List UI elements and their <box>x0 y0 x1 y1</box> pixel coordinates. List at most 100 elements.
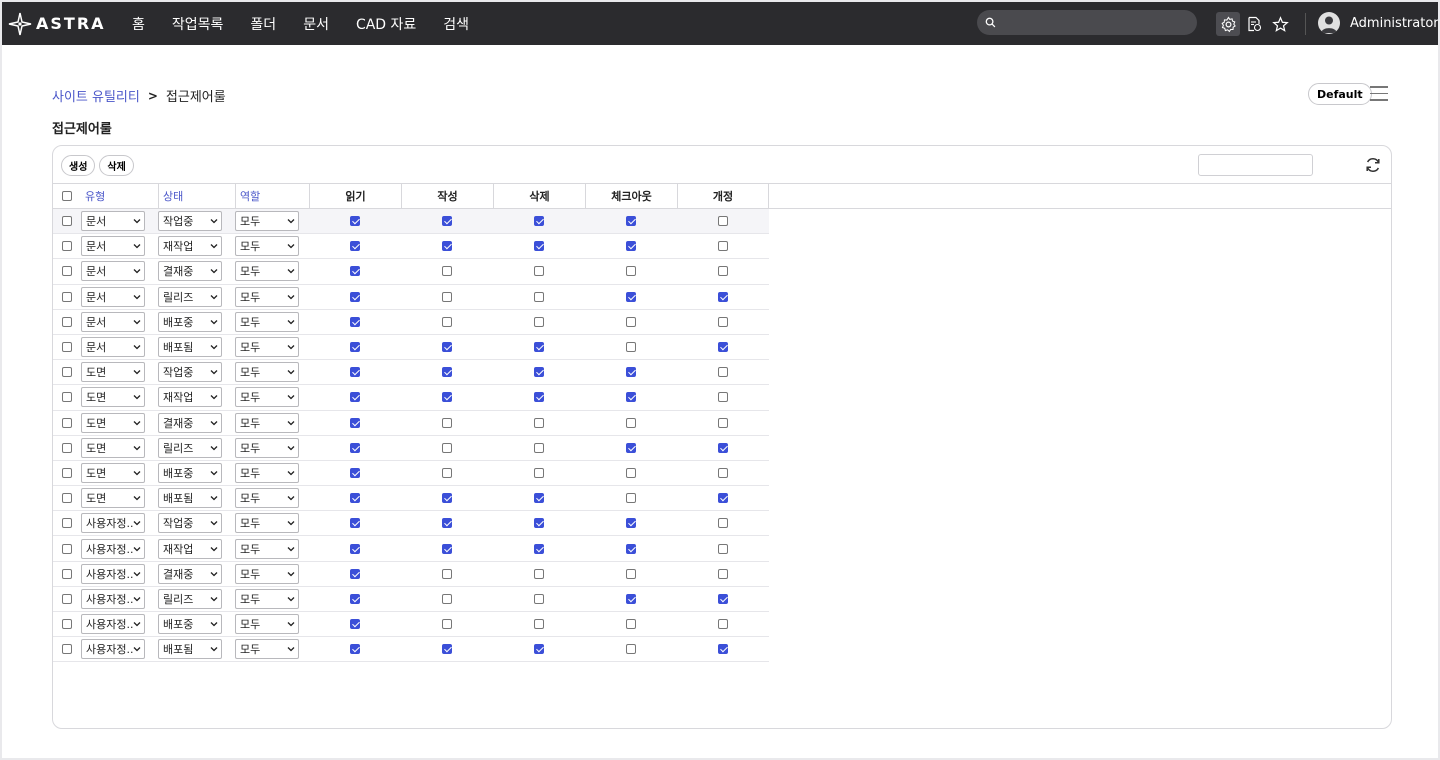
perm-delete-checkbox[interactable] <box>534 518 544 529</box>
state-select[interactable]: 배포됨 <box>158 337 222 358</box>
perm-read-checkbox[interactable] <box>350 518 360 529</box>
perm-checkout-checkbox[interactable] <box>626 392 636 403</box>
role-select[interactable]: 모두 <box>235 286 299 307</box>
role-select[interactable]: 모두 <box>235 211 299 232</box>
perm-delete-checkbox[interactable] <box>534 619 544 630</box>
perm-revise-checkbox[interactable] <box>718 543 728 554</box>
perm-write-checkbox[interactable] <box>442 367 452 378</box>
perm-revise-checkbox[interactable] <box>718 644 728 655</box>
perm-revise-checkbox[interactable] <box>718 266 728 277</box>
state-select[interactable]: 재작업 <box>158 236 222 257</box>
perm-revise-checkbox[interactable] <box>718 619 728 630</box>
row-select-checkbox[interactable] <box>62 543 72 554</box>
role-select[interactable]: 모두 <box>235 362 299 383</box>
perm-read-checkbox[interactable] <box>350 316 360 327</box>
user-menu[interactable]: Administrator <box>1318 12 1438 34</box>
perm-read-checkbox[interactable] <box>350 543 360 554</box>
role-select[interactable]: 모두 <box>235 488 299 509</box>
perm-checkout-checkbox[interactable] <box>626 367 636 378</box>
role-select[interactable]: 모두 <box>235 261 299 282</box>
type-select[interactable]: 도면 <box>81 488 145 509</box>
type-select[interactable]: 사용자정... <box>81 538 145 559</box>
type-select[interactable]: 도면 <box>81 387 145 408</box>
state-select[interactable]: 결재중 <box>158 563 222 584</box>
perm-read-checkbox[interactable] <box>350 392 360 403</box>
state-select[interactable]: 작업중 <box>158 513 222 534</box>
type-select[interactable]: 사용자정... <box>81 563 145 584</box>
role-select[interactable]: 모두 <box>235 513 299 534</box>
column-header-type[interactable]: 유형 <box>81 184 158 208</box>
role-select[interactable]: 모두 <box>235 387 299 408</box>
perm-checkout-checkbox[interactable] <box>626 417 636 428</box>
perm-checkout-checkbox[interactable] <box>626 291 636 302</box>
perm-read-checkbox[interactable] <box>350 291 360 302</box>
perm-write-checkbox[interactable] <box>442 291 452 302</box>
row-select-checkbox[interactable] <box>62 467 72 478</box>
perm-checkout-checkbox[interactable] <box>626 593 636 604</box>
perm-read-checkbox[interactable] <box>350 593 360 604</box>
type-select[interactable]: 도면 <box>81 362 145 383</box>
delete-button[interactable]: 삭제 <box>99 155 134 176</box>
type-select[interactable]: 문서 <box>81 211 145 232</box>
favorites-button[interactable] <box>1268 12 1292 36</box>
role-select[interactable]: 모두 <box>235 462 299 483</box>
perm-write-checkbox[interactable] <box>442 619 452 630</box>
perm-read-checkbox[interactable] <box>350 367 360 378</box>
state-select[interactable]: 재작업 <box>158 538 222 559</box>
perm-revise-checkbox[interactable] <box>718 342 728 353</box>
perm-delete-checkbox[interactable] <box>534 241 544 252</box>
role-select[interactable]: 모두 <box>235 639 299 660</box>
perm-write-checkbox[interactable] <box>442 442 452 453</box>
row-select-checkbox[interactable] <box>62 316 72 327</box>
perm-revise-checkbox[interactable] <box>718 467 728 478</box>
row-select-checkbox[interactable] <box>62 518 72 529</box>
perm-read-checkbox[interactable] <box>350 266 360 277</box>
perm-checkout-checkbox[interactable] <box>626 342 636 353</box>
perm-revise-checkbox[interactable] <box>718 493 728 504</box>
role-select[interactable]: 모두 <box>235 614 299 635</box>
perm-read-checkbox[interactable] <box>350 241 360 252</box>
perm-read-checkbox[interactable] <box>350 568 360 579</box>
perm-write-checkbox[interactable] <box>442 266 452 277</box>
perm-revise-checkbox[interactable] <box>718 417 728 428</box>
state-select[interactable]: 배포중 <box>158 614 222 635</box>
row-select-checkbox[interactable] <box>62 216 72 227</box>
nav-folder[interactable]: 폴더 <box>250 14 276 34</box>
state-select[interactable]: 배포됨 <box>158 639 222 660</box>
perm-write-checkbox[interactable] <box>442 644 452 655</box>
state-select[interactable]: 결재중 <box>158 412 222 433</box>
state-select[interactable]: 릴리즈 <box>158 588 222 609</box>
role-select[interactable]: 모두 <box>235 236 299 257</box>
row-select-checkbox[interactable] <box>62 493 72 504</box>
state-select[interactable]: 결재중 <box>158 261 222 282</box>
row-select-checkbox[interactable] <box>62 568 72 579</box>
table-filter-input[interactable] <box>1198 154 1313 176</box>
perm-revise-checkbox[interactable] <box>718 593 728 604</box>
role-select[interactable]: 모두 <box>235 311 299 332</box>
perm-checkout-checkbox[interactable] <box>626 619 636 630</box>
nav-cad[interactable]: CAD 자료 <box>356 14 416 34</box>
perm-revise-checkbox[interactable] <box>718 568 728 579</box>
perm-delete-checkbox[interactable] <box>534 543 544 554</box>
row-select-checkbox[interactable] <box>62 644 72 655</box>
type-select[interactable]: 문서 <box>81 337 145 358</box>
perm-checkout-checkbox[interactable] <box>626 543 636 554</box>
perm-delete-checkbox[interactable] <box>534 342 544 353</box>
perm-checkout-checkbox[interactable] <box>626 266 636 277</box>
breadcrumb-parent-link[interactable]: 사이트 유틸리티 <box>52 86 140 105</box>
perm-revise-checkbox[interactable] <box>718 316 728 327</box>
perm-revise-checkbox[interactable] <box>718 216 728 227</box>
state-select[interactable]: 작업중 <box>158 362 222 383</box>
type-select[interactable]: 도면 <box>81 437 145 458</box>
perm-delete-checkbox[interactable] <box>534 291 544 302</box>
perm-write-checkbox[interactable] <box>442 568 452 579</box>
perm-checkout-checkbox[interactable] <box>626 216 636 227</box>
perm-delete-checkbox[interactable] <box>534 493 544 504</box>
state-select[interactable]: 배포됨 <box>158 488 222 509</box>
type-select[interactable]: 문서 <box>81 261 145 282</box>
role-select[interactable]: 모두 <box>235 588 299 609</box>
perm-revise-checkbox[interactable] <box>718 392 728 403</box>
perm-delete-checkbox[interactable] <box>534 442 544 453</box>
perm-delete-checkbox[interactable] <box>534 644 544 655</box>
perm-checkout-checkbox[interactable] <box>626 518 636 529</box>
